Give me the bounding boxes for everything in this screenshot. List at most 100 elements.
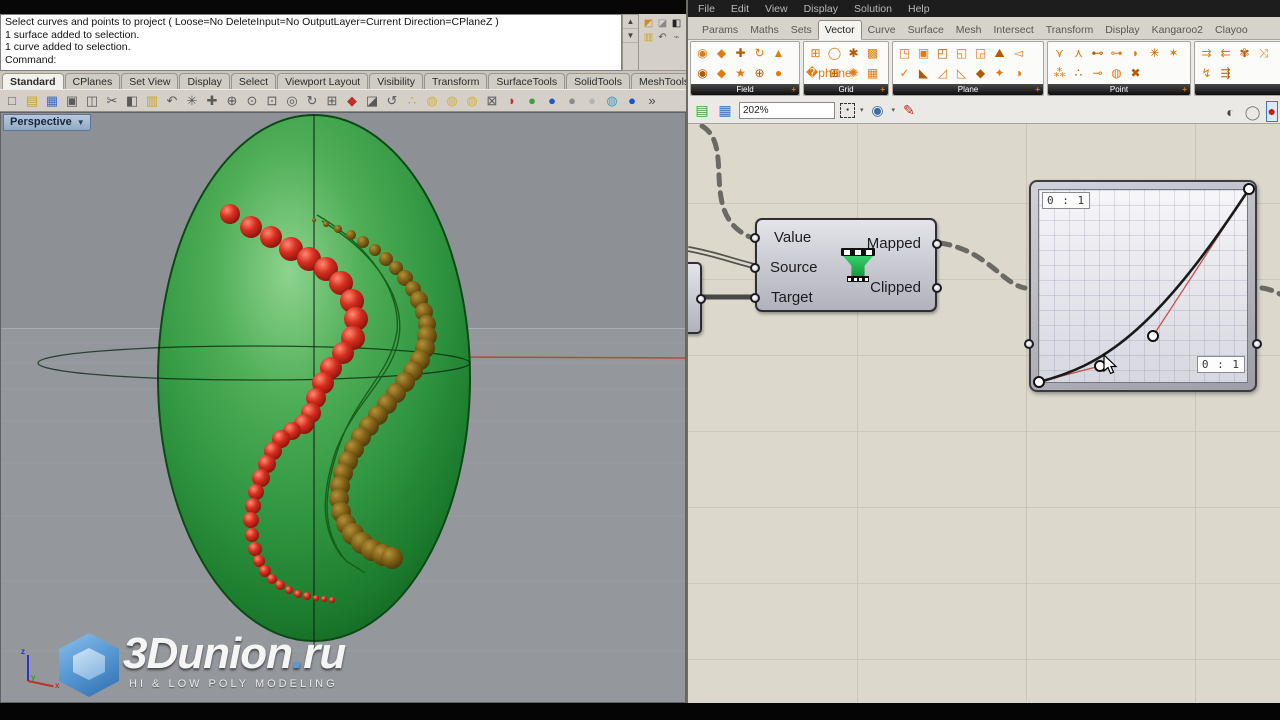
component-icon[interactable]: ⊞	[825, 63, 844, 83]
component-icon[interactable]: ✾	[1235, 43, 1254, 63]
zoom-extents-icon[interactable]: ⊡	[263, 92, 281, 110]
chevron-down-icon[interactable]: ▼	[77, 118, 85, 127]
component-icon[interactable]: ⤨	[1254, 43, 1273, 63]
save-definition-icon[interactable]: ▦	[716, 101, 734, 119]
perspective-viewport[interactable]: Perspective ▼ z x y 3Dunion.ru HI & LOW P…	[0, 112, 686, 703]
component-icon[interactable]: ▦	[863, 63, 882, 83]
menu-edit[interactable]: Edit	[731, 3, 749, 15]
component-icon[interactable]: ↻	[750, 43, 769, 63]
pan-icon[interactable]: ✳	[183, 92, 201, 110]
menu-solution[interactable]: Solution	[854, 3, 892, 15]
component-icon[interactable]: ⇉	[1197, 43, 1216, 63]
scroll-up-icon[interactable]: ▲	[623, 15, 638, 29]
component-icon[interactable]: ◉	[693, 43, 712, 63]
component-icon[interactable]: ◆	[971, 63, 990, 83]
graph-input-nub[interactable]	[1024, 339, 1034, 349]
menu-view[interactable]: View	[765, 3, 788, 15]
group-expand-icon[interactable]: +	[1182, 84, 1187, 95]
tab-vector[interactable]: Vector	[817, 20, 862, 40]
component-icon[interactable]: ✓	[895, 63, 914, 83]
undo-small-icon[interactable]: ↶	[656, 31, 669, 44]
component-icon[interactable]: ▲	[769, 43, 788, 63]
tab-transform[interactable]: Transform	[1040, 21, 1099, 39]
output-label-clipped[interactable]: Clipped	[870, 279, 921, 296]
component-icon[interactable]: ◆	[712, 63, 731, 83]
component-icon[interactable]: ◺	[952, 63, 971, 83]
open-definition-icon[interactable]: ▤	[693, 101, 711, 119]
component-icon[interactable]: ✶	[1164, 43, 1183, 63]
component-icon[interactable]: ⋏	[1069, 43, 1088, 63]
graph-output-nub[interactable]	[1252, 339, 1262, 349]
rhino-tab-display[interactable]: Display	[179, 73, 230, 89]
graph-control-point-3[interactable]	[1243, 183, 1255, 195]
lamp2-icon[interactable]: ◍	[443, 92, 461, 110]
input-label-source[interactable]: Source	[770, 259, 818, 276]
spray-icon[interactable]: ⌁	[670, 31, 683, 44]
component-icon[interactable]: ↯	[1197, 63, 1216, 83]
rhino-tab-visibility[interactable]: Visibility	[369, 73, 423, 89]
component-icon[interactable]: ✖	[1126, 63, 1145, 83]
rhino-tab-standard[interactable]: Standard	[2, 73, 64, 89]
tab-display[interactable]: Display	[1099, 21, 1145, 39]
new-file-icon[interactable]: □	[3, 92, 21, 110]
target-input-nub[interactable]	[750, 293, 760, 303]
component-icon[interactable]: ⊶	[1107, 43, 1126, 63]
component-icon[interactable]: ◯	[825, 43, 844, 63]
tab-surface[interactable]: Surface	[902, 21, 950, 39]
wire-to-value[interactable]	[699, 124, 753, 240]
group-expand-icon[interactable]: +	[1035, 84, 1040, 95]
cut-icon[interactable]: ✂	[103, 92, 121, 110]
rhino-tab-select[interactable]: Select	[230, 73, 277, 89]
more-icon[interactable]: »	[643, 92, 661, 110]
bezier-curve[interactable]	[1038, 188, 1251, 384]
shaded-icon[interactable]: ◗	[503, 92, 521, 110]
preview-eye-icon[interactable]: ◉	[869, 101, 887, 119]
record-history-icon[interactable]: ◪	[656, 17, 669, 30]
component-icon[interactable]: ⛰	[990, 43, 1009, 63]
zoom-level-combobox[interactable]	[739, 101, 835, 119]
print-icon[interactable]: ▣	[63, 92, 81, 110]
component-icon[interactable]: ✱	[844, 43, 863, 63]
scroll-down-icon[interactable]: ▼	[623, 29, 638, 43]
component-icon[interactable]: ▣	[914, 43, 933, 63]
wire-graph-out[interactable]	[1259, 285, 1280, 297]
input-label-value[interactable]: Value	[774, 229, 811, 246]
value-input-nub[interactable]	[750, 233, 760, 243]
zoom-selected-icon[interactable]: ◎	[283, 92, 301, 110]
tab-maths[interactable]: Maths	[744, 21, 785, 39]
tab-clayoo[interactable]: Clayoo	[1209, 21, 1254, 39]
graph-control-point-0[interactable]	[1033, 376, 1045, 388]
component-icon[interactable]: ⋎	[1050, 43, 1069, 63]
export-icon[interactable]: ◫	[83, 92, 101, 110]
lamp3-icon[interactable]: ◍	[463, 92, 481, 110]
zoom-icon[interactable]: ⊕	[223, 92, 241, 110]
tab-intersect[interactable]: Intersect	[987, 21, 1039, 39]
component-icon[interactable]: ✺	[844, 63, 863, 83]
globe-icon[interactable]: ◍	[603, 92, 621, 110]
tab-curve[interactable]: Curve	[862, 21, 902, 39]
component-icon[interactable]: ⇇	[1216, 43, 1235, 63]
grasshopper-canvas[interactable]: Value Source Target Mapped Clipped 0: 1…	[688, 124, 1280, 703]
tab-mesh[interactable]: Mesh	[950, 21, 988, 39]
rhino-tab-solidtools[interactable]: SolidTools	[566, 73, 630, 89]
rhino-tab-surfacetools[interactable]: SurfaceTools	[488, 73, 566, 89]
graph-control-point-2[interactable]	[1147, 330, 1159, 342]
sketch-pen-icon[interactable]: ✎	[900, 101, 918, 119]
rendered-icon[interactable]: ●	[523, 92, 541, 110]
zoom-extents-icon[interactable]: ▪	[840, 102, 855, 118]
graph-mapper-plot-area[interactable]: 0 : 1 0 : 1	[1033, 183, 1255, 388]
component-icon[interactable]: ◅	[1009, 43, 1028, 63]
four-viewports-icon[interactable]: ⊞	[323, 92, 341, 110]
preview-custom-selected[interactable]: ●	[1265, 101, 1278, 122]
component-icon[interactable]: ✚	[731, 43, 750, 63]
graph-mapper-component[interactable]: 0 : 1 0 : 1	[1024, 180, 1262, 392]
component-icon[interactable]: ★	[731, 63, 750, 83]
menu-display[interactable]: Display	[804, 3, 838, 15]
red-droplet-icon[interactable]: ●	[1268, 103, 1276, 119]
rhino-tab-viewport-layout[interactable]: Viewport Layout	[277, 73, 369, 89]
component-icon[interactable]: ◣	[914, 63, 933, 83]
hide-icon[interactable]: ◪	[363, 92, 381, 110]
component-icon[interactable]: ⊷	[1088, 43, 1107, 63]
component-icon[interactable]: ◗	[1126, 43, 1145, 63]
save-icon[interactable]: ▦	[43, 92, 61, 110]
